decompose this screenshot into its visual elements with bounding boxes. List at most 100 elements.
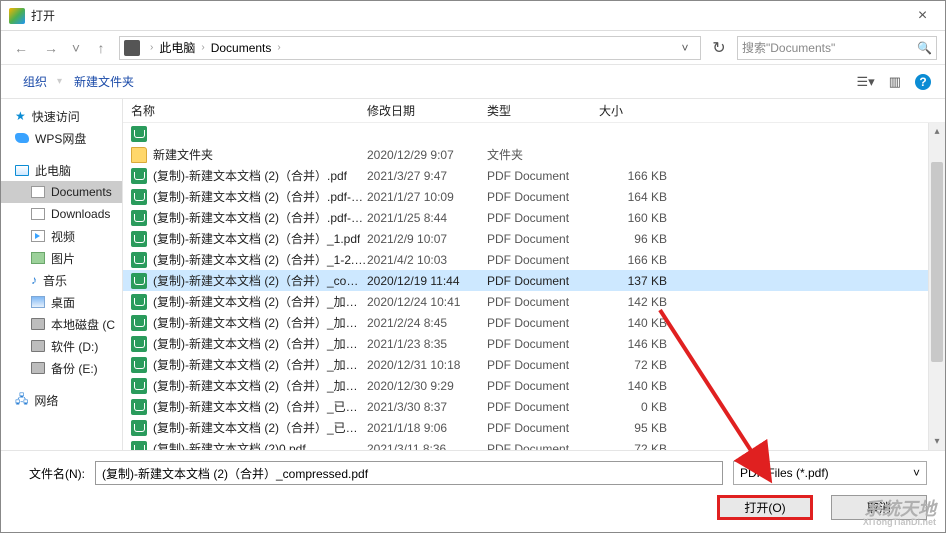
file-row[interactable]: (复制)-新建文本文档 (2)（合并）_comp...2020/12/19 11… [123,270,945,291]
column-header-date[interactable]: 修改日期 [367,102,487,119]
sidebar-item[interactable]: 🖧网络 [1,389,122,411]
file-row[interactable]: (复制)-新建文本文档 (2)（合并）_加密_...2021/1/23 8:35… [123,333,945,354]
column-header-type[interactable]: 类型 [487,102,599,119]
sidebar-item-label: 快速访问 [32,108,80,125]
file-row[interactable]: (复制)-新建文本文档 (2)（合并）_加密_...2020/12/30 9:2… [123,375,945,396]
dropdown-caret-icon[interactable]: ▾ [57,76,62,87]
sidebar-item[interactable]: 图片 [1,247,122,269]
filename-input[interactable] [95,461,723,485]
sidebar-item[interactable]: 桌面 [1,291,122,313]
close-button[interactable]: × [900,1,945,31]
sidebar-item-icon: ♪ [31,273,37,287]
new-folder-button[interactable]: 新建文件夹 [66,69,142,94]
pdf-icon [131,357,147,373]
file-date: 2020/12/24 10:41 [367,295,487,309]
sidebar-item[interactable]: Downloads [1,203,122,225]
sidebar-item[interactable]: WPS网盘 [1,127,122,149]
breadcrumb[interactable]: › 此电脑 › Documents › ˅ [119,36,701,60]
scroll-up-button[interactable]: ▴ [929,123,945,140]
help-icon[interactable]: ? [915,74,931,90]
scroll-down-button[interactable]: ▾ [929,433,945,450]
pc-icon [124,40,140,56]
file-date: 2020/12/29 9:07 [367,148,487,162]
sidebar-item-label: 视频 [51,228,75,245]
sidebar-item[interactable]: 本地磁盘 (C [1,313,122,335]
sidebar-item[interactable]: Documents [1,181,122,203]
file-row[interactable]: (复制)-新建文本文档 (2)（合并）.pdf2021/3/27 9:47PDF… [123,165,945,186]
refresh-button[interactable]: ↻ [707,36,731,60]
file-name: (复制)-新建文本文档 (2)（合并）_加密_... [153,377,367,394]
file-list-pane: 名称 修改日期 类型 大小 新建文件夹2020/12/29 9:07文件夹 (复制… [123,99,945,450]
file-type: PDF Document [487,442,599,451]
file-type: PDF Document [487,379,599,393]
sidebar-item-label: 网络 [34,392,58,409]
pdf-icon [131,378,147,394]
file-row[interactable]: (复制)-新建文本文档 (2)（合并）_加密.p...2021/2/24 8:4… [123,312,945,333]
file-name: (复制)-新建文本文档 (2)（合并）.pdf [153,167,347,184]
file-date: 2020/12/31 10:18 [367,358,487,372]
file-date: 2021/1/18 9:06 [367,421,487,435]
nav-up-button[interactable]: ↑ [89,36,113,60]
scrollbar[interactable]: ▴ ▾ [928,123,945,450]
file-row[interactable]: (复制)-新建文本文档 (2)（合并）_1.pdf2021/2/9 10:07P… [123,228,945,249]
file-row[interactable]: (复制)-新建文本文档 (2)（合并）_已压缩...2021/3/30 8:37… [123,396,945,417]
file-row[interactable]: (复制)-新建文本文档 (2)（合并）_已压缩...2021/1/18 9:06… [123,417,945,438]
scroll-thumb[interactable] [931,162,943,362]
breadcrumb-dropdown[interactable]: ˅ [674,41,696,55]
pdf-icon [131,126,147,142]
organize-button[interactable]: 组织 [15,69,55,94]
sidebar-item[interactable]: 备份 (E:) [1,357,122,379]
file-type: PDF Document [487,358,599,372]
file-row[interactable]: (复制)-新建文本文档 (2)（合并）.pdf-2...2021/1/27 10… [123,186,945,207]
nav-history-button[interactable]: ˅ [69,36,83,60]
preview-pane-button[interactable]: ▥ [889,74,901,90]
file-date: 2021/3/27 9:47 [367,169,487,183]
file-row[interactable]: (复制)-新建文本文档 (2)（合并）_加密_...2020/12/31 10:… [123,354,945,375]
sidebar-item-icon [31,296,45,308]
file-type: PDF Document [487,400,599,414]
file-size: 160 KB [599,211,679,225]
nav-row: ← → ˅ ↑ › 此电脑 › Documents › ˅ ↻ 搜索"Docum… [1,31,945,65]
folder-icon [131,147,147,163]
sidebar-item[interactable]: 软件 (D:) [1,335,122,357]
search-input[interactable]: 搜索"Documents" 🔍 [737,36,937,60]
file-row[interactable]: (复制)-新建文本文档 (2)（合并）_1-2.pdf2021/4/2 10:0… [123,249,945,270]
file-name: (复制)-新建文本文档 (2)（合并）_加密_... [153,356,367,373]
file-row[interactable]: (复制)-新建文本文档 (2)（合并）_加密.p...2020/12/24 10… [123,291,945,312]
nav-forward-button[interactable]: → [39,36,63,60]
file-row[interactable] [123,123,945,144]
file-row[interactable]: (复制)-新建文本文档 (2)（合并）.pdf-2...2021/1/25 8:… [123,207,945,228]
column-header-name[interactable]: 名称 [123,102,367,119]
breadcrumb-part[interactable]: Documents [211,41,272,55]
column-headers: 名称 修改日期 类型 大小 [123,99,945,123]
pdf-icon [131,168,147,184]
file-size: 137 KB [599,274,679,288]
watermark: 系统天地 XiTongTianDi.net [863,500,936,527]
scroll-track[interactable] [929,140,945,433]
sidebar-item[interactable]: ♪音乐 [1,269,122,291]
pdf-icon [131,315,147,331]
file-row[interactable]: 新建文件夹2020/12/29 9:07文件夹 [123,144,945,165]
file-row[interactable]: (复制)-新建文本文档 (2)0.pdf2021/3/11 8:36PDF Do… [123,438,945,450]
search-icon[interactable]: 🔍 [917,41,932,55]
sidebar-item-icon [31,186,45,198]
file-date: 2021/1/25 8:44 [367,211,487,225]
filename-label: 文件名(N): [19,465,85,482]
sidebar-item[interactable]: ★快速访问 [1,105,122,127]
breadcrumb-part[interactable]: 此电脑 [159,39,195,56]
file-name: (复制)-新建文本文档 (2)（合并）_加密_... [153,335,367,352]
file-name: (复制)-新建文本文档 (2)（合并）_加密.p... [153,293,367,310]
watermark-text: 系统天地 [864,500,936,518]
file-type: 文件夹 [487,146,599,163]
file-name: (复制)-新建文本文档 (2)（合并）.pdf-2... [153,188,367,205]
annotation-arrow [640,300,800,510]
column-header-size[interactable]: 大小 [599,102,679,119]
file-type: PDF Document [487,337,599,351]
sidebar-item[interactable]: 此电脑 [1,159,122,181]
chevron-right-icon: › [277,42,280,53]
view-mode-button[interactable]: ☰▾ [857,74,875,90]
nav-back-button[interactable]: ← [9,36,33,60]
file-type: PDF Document [487,190,599,204]
pdf-icon [131,420,147,436]
sidebar-item[interactable]: 视频 [1,225,122,247]
